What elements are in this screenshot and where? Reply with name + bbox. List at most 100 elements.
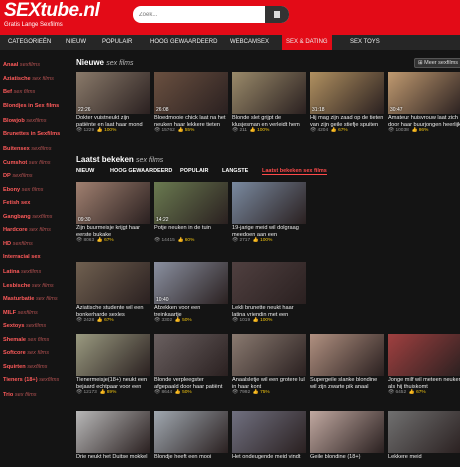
video-title[interactable]: Geile blondine (18+) [310, 454, 384, 467]
video-card[interactable]: Drie neukt het Duitse mokkel [76, 411, 150, 467]
tab-2[interactable]: HOOG GEWAARDEERD [110, 168, 172, 174]
search-button[interactable] [265, 6, 289, 23]
video-title[interactable]: Blonde verpleegster afgepaald door haar … [154, 377, 228, 390]
sidebar-category[interactable]: Blowjob sexfilms [3, 118, 63, 125]
sidebar-category[interactable]: Hardcore sex films [3, 227, 63, 234]
video-thumbnail[interactable]: 30:47 [388, 72, 460, 114]
video-card[interactable]: 22:26 Dokter vuistneukt zijn patiënte en … [76, 72, 150, 133]
nav-item-sex-toys[interactable]: SEX TOYS [346, 35, 384, 50]
video-title[interactable]: Amateur huisvrouw laat zich door haar bu… [388, 115, 460, 128]
sidebar-category[interactable]: Lesbische sex films [3, 283, 63, 290]
sidebar-category[interactable]: Bef sex films [3, 89, 63, 96]
sidebar-category[interactable]: Aziatische sex films [3, 76, 63, 83]
video-title[interactable]: Lekli brunette neukt haar latina vriendi… [232, 305, 306, 318]
video-title[interactable]: Drie neukt het Duitse mokkel [76, 454, 150, 467]
video-card[interactable]: Blondje heeft een mooi [154, 411, 228, 467]
sidebar-category[interactable]: Blondjes in Sex films [3, 103, 63, 110]
site-logo[interactable]: SEXtube.nl [4, 0, 100, 22]
video-thumbnail[interactable]: 14:22 [154, 182, 228, 224]
sidebar-category[interactable]: Brunettes in Sexfilms [3, 131, 63, 138]
video-card[interactable]: Supergeile slanke blondine wil zijn zwar… [310, 334, 384, 390]
video-thumbnail[interactable]: 31:18 [310, 72, 384, 114]
video-card[interactable]: Aziatische studente wil een bonkerharde … [76, 262, 150, 323]
video-thumbnail[interactable]: 10:40 [154, 262, 228, 304]
sidebar-category[interactable]: Tieners (18+) sexfilms [3, 377, 63, 384]
video-card[interactable]: 26:08 Bloedmooie chick laat na het neuken… [154, 72, 228, 133]
video-thumbnail[interactable] [232, 72, 306, 114]
video-card[interactable]: 19-jarige meid wil dolgraag meedoen aan … [232, 182, 306, 243]
video-title[interactable]: 19-jarige meid wil dolgraag meedoen aan … [232, 225, 306, 238]
tab-1[interactable]: NIEUW [76, 168, 94, 174]
video-title[interactable]: Afzekken voor een treinkaartje [154, 305, 228, 318]
sidebar-category[interactable]: Interracial sex [3, 254, 63, 261]
video-thumbnail[interactable] [388, 411, 460, 453]
sidebar-category[interactable]: HD sexfilms [3, 241, 63, 248]
sidebar-category[interactable]: Buitensex sexfilms [3, 146, 63, 153]
sidebar-category[interactable]: Latina sexfilms [3, 269, 63, 276]
tab-5[interactable]: Laatst bekeken sex films [262, 168, 327, 175]
video-card[interactable]: 10:40 Afzekken voor een treinkaartje 👁 330… [154, 262, 228, 323]
video-thumbnail[interactable]: 22:26 [76, 72, 150, 114]
video-thumbnail[interactable] [232, 334, 306, 376]
video-thumbnail[interactable]: 09:30 [76, 182, 150, 224]
video-title[interactable]: Tienermeisje(18+) neukt een bejaard echt… [76, 377, 150, 390]
video-title[interactable]: Bloedmooie chick laat na het neuken haar… [154, 115, 228, 128]
video-card[interactable]: Jonge milf wil meteen neuken als hij thu… [388, 334, 460, 395]
sidebar-category[interactable]: MILF sexfilms [3, 310, 63, 317]
video-title[interactable]: Anaalsletje wil een grotere lul in haar … [232, 377, 306, 390]
video-thumbnail[interactable] [154, 334, 228, 376]
video-thumbnail[interactable] [76, 262, 150, 304]
video-card[interactable]: Anaalsletje wil een grotere lul in haar … [232, 334, 306, 395]
video-thumbnail[interactable] [310, 411, 384, 453]
nav-item-categorieën[interactable]: CATEGORIEËN [4, 35, 55, 50]
video-title[interactable]: Blondje heeft een mooi [154, 454, 228, 467]
tab-3[interactable]: POPULAIR [180, 168, 208, 174]
nav-item-hoog-gewaardeerd[interactable]: HOOG GEWAARDEERD [146, 35, 221, 50]
video-thumbnail[interactable] [388, 334, 460, 376]
sidebar-category[interactable]: Squirten sexfilms [3, 364, 63, 371]
video-card[interactable]: Blonde slet grijpt de klusjesman en verl… [232, 72, 306, 133]
video-title[interactable]: Aziatische studente wil een bonkerharde … [76, 305, 150, 318]
video-title[interactable]: Blonde slet grijpt de klusjesman en verl… [232, 115, 306, 128]
sidebar-category[interactable]: Fetish sex [3, 200, 63, 207]
video-title[interactable]: Supergeile slanke blondine wil zijn zwar… [310, 377, 384, 390]
video-thumbnail[interactable] [310, 334, 384, 376]
video-thumbnail[interactable] [154, 411, 228, 453]
search-input[interactable] [139, 9, 259, 20]
video-title[interactable]: Dokter vuistneukt zijn patiënte en laat … [76, 115, 150, 128]
more-sexfilms-button[interactable]: ⊞ Meer sexfilms [414, 58, 460, 68]
tab-4[interactable]: LANGSTE [222, 168, 248, 174]
sidebar-category[interactable]: DP sexfilms [3, 173, 63, 180]
video-title[interactable]: Hij mag zijn zaad op de tieten van zijn … [310, 115, 384, 128]
video-card[interactable]: Tienermeisje(18+) neukt een bejaard echt… [76, 334, 150, 395]
nav-item-sex-dating[interactable]: SEX & DATING [282, 35, 332, 50]
nav-item-nieuw[interactable]: NIEUW [62, 35, 90, 50]
sidebar-category[interactable]: Masturbatie sex films [3, 296, 63, 303]
video-title[interactable]: Potje neuken in de tuin [154, 225, 228, 238]
video-card[interactable]: 30:47 Amateur huisvrouw laat zich door ha… [388, 72, 460, 133]
video-thumbnail[interactable] [232, 182, 306, 224]
sidebar-category[interactable]: Ebony sex films [3, 187, 63, 194]
video-card[interactable]: 09:30 Zijn buurmeisje krijgt haar eerste … [76, 182, 150, 243]
sidebar-category[interactable]: Softcore sex films [3, 350, 63, 357]
video-card[interactable]: 31:18 Hij mag zijn zaad op de tieten van … [310, 72, 384, 133]
video-title[interactable]: Het ondeugende meid vindt [232, 454, 306, 467]
video-title[interactable]: Jonge milf wil meteen neuken als hij thu… [388, 377, 460, 390]
sidebar-category[interactable]: Trio sex films [3, 392, 63, 399]
video-title[interactable]: Zijn buurmeisje krijgt haar eerste bukak… [76, 225, 150, 238]
video-card[interactable]: 14:22 Potje neuken in de tuin 👁 14415 👍 60… [154, 182, 228, 243]
video-thumbnail[interactable] [76, 334, 150, 376]
video-thumbnail[interactable]: 26:08 [154, 72, 228, 114]
video-title[interactable]: Lekkere meid [388, 454, 460, 467]
sidebar-category[interactable]: Gangbang sexfilms [3, 214, 63, 221]
video-card[interactable]: Lekli brunette neukt haar latina vriendi… [232, 262, 306, 323]
video-card[interactable]: Het ondeugende meid vindt [232, 411, 306, 467]
video-thumbnail[interactable] [232, 262, 306, 304]
video-card[interactable]: Lekkere meid [388, 411, 460, 467]
video-card[interactable]: Blonde verpleegster afgepaald door haar … [154, 334, 228, 395]
sidebar-category[interactable]: Sextoys sexfilms [3, 323, 63, 330]
video-thumbnail[interactable] [232, 411, 306, 453]
sidebar-category[interactable]: Anaal sexfilms [3, 62, 63, 69]
sidebar-category[interactable]: Shemale sex films [3, 337, 63, 344]
sidebar-category[interactable]: Cumshot sex films [3, 160, 63, 167]
